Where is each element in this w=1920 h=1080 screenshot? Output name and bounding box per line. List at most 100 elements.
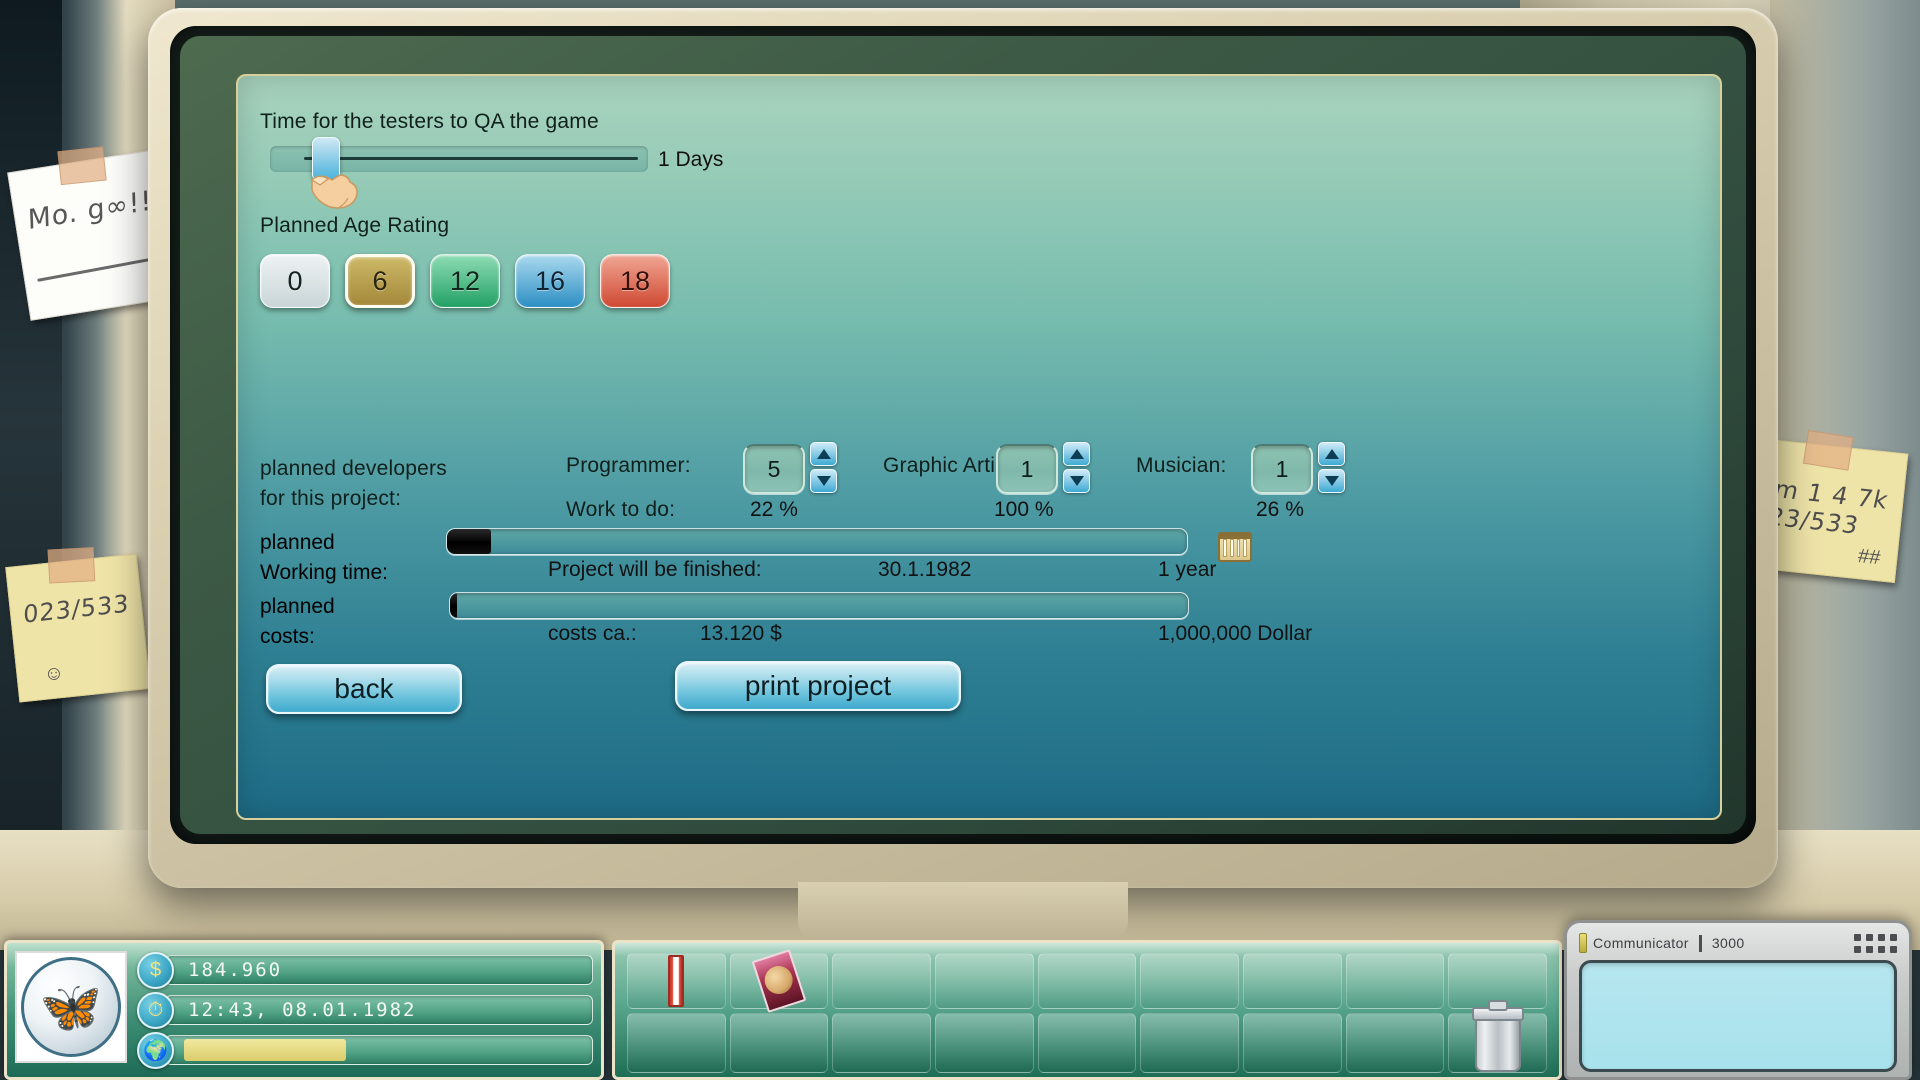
game-speed-bar[interactable] (165, 1035, 593, 1065)
graphic-artist-stepper[interactable] (1063, 442, 1090, 496)
musician-count-input[interactable]: 1 (1251, 444, 1313, 494)
role-label-programmer: Programmer: (566, 454, 691, 478)
note-text: 023/533 (9, 554, 139, 630)
age-rating-button-label: 0 (287, 266, 302, 297)
inventory-slot[interactable] (935, 1013, 1034, 1073)
qa-days-value: 1 Days (658, 148, 723, 172)
age-rating-button-label: 12 (450, 266, 480, 297)
project-finish-date: 30.1.1982 (878, 558, 971, 582)
musician-increment-button[interactable] (1318, 442, 1345, 466)
age-rating-title: Planned Age Rating (260, 214, 449, 238)
speed-row[interactable]: 🌍 (137, 1033, 593, 1067)
age-rating-button-0[interactable]: 0 (260, 254, 330, 308)
age-rating-button-row: 0 6 12 16 18 (260, 254, 670, 308)
age-rating-button-label: 18 (620, 266, 650, 297)
inventory-slot[interactable] (1038, 953, 1137, 1009)
programmer-decrement-button[interactable] (810, 469, 837, 493)
inventory-slot[interactable] (832, 1013, 931, 1073)
graphic-artist-count-input[interactable]: 1 (996, 444, 1058, 494)
inventory-slot[interactable] (935, 953, 1034, 1009)
costs-bar[interactable] (449, 592, 1189, 619)
costs-max: 1,000,000 Dollar (1158, 622, 1312, 646)
snail-icon: 🌍 (137, 1032, 174, 1069)
planned-working-time-label: plannedWorking time: (260, 528, 388, 588)
inventory-slot[interactable] (1140, 953, 1239, 1009)
graphic-artist-increment-button[interactable] (1063, 442, 1090, 466)
game-screen: Time for the testers to QA the game 1 Da… (236, 74, 1722, 820)
calendar-icon[interactable] (1218, 532, 1252, 562)
datetime-value: 12:43, 08.01.1982 (165, 995, 593, 1025)
age-rating-button-18[interactable]: 18 (600, 254, 670, 308)
project-finish-label: Project will be finished: (548, 558, 762, 582)
communicator-device[interactable]: Communicator 3000 (1564, 920, 1912, 1080)
note-underline (37, 256, 159, 282)
communicator-brand: Communicator (1593, 935, 1689, 951)
avatar[interactable]: 🦋 (15, 951, 127, 1063)
inventory-slot[interactable] (1346, 953, 1445, 1009)
money-row: $ 184.960 (137, 953, 593, 987)
smiley-icon: ☺ (43, 662, 66, 687)
divider (1699, 935, 1702, 952)
working-time-bar[interactable] (446, 528, 1188, 555)
role-label-musician: Musician: (1136, 454, 1227, 478)
inventory-grid (627, 953, 1547, 1067)
inventory-slot[interactable] (730, 1013, 829, 1073)
programmer-increment-button[interactable] (810, 442, 837, 466)
inventory-slot[interactable] (832, 953, 931, 1009)
age-rating-button-16[interactable]: 16 (515, 254, 585, 308)
age-rating-button-label: 16 (535, 266, 565, 297)
graphic-artist-decrement-button[interactable] (1063, 469, 1090, 493)
graphic-artist-work-pct: 100 % (994, 498, 1054, 522)
age-rating-button-6[interactable]: 6 (345, 254, 415, 308)
age-rating-button-12[interactable]: 12 (430, 254, 500, 308)
musician-stepper[interactable] (1318, 442, 1345, 496)
age-rating-button-label: 6 (372, 266, 387, 297)
inventory-slot[interactable] (627, 1013, 726, 1073)
inventory-slot[interactable] (1140, 1013, 1239, 1073)
money-value: 184.960 (165, 955, 593, 985)
communicator-header: Communicator 3000 (1579, 931, 1897, 955)
game-box-item[interactable] (752, 949, 807, 1013)
qa-time-slider[interactable] (270, 146, 648, 172)
programmer-count-input[interactable]: 5 (743, 444, 805, 494)
monitor-bezel: Time for the testers to QA the game 1 Da… (180, 36, 1746, 834)
datetime-row: ⏱ 12:43, 08.01.1982 (137, 993, 593, 1027)
inventory-slot[interactable] (1346, 1013, 1445, 1073)
sticky-note-left-bottom: 023/533 ☺ (5, 553, 150, 702)
back-button[interactable]: back (266, 664, 462, 714)
inventory-slot[interactable] (1243, 953, 1342, 1009)
planned-developers-label: planned developersfor this project: (260, 454, 447, 514)
butterfly-logo-icon: 🦋 (21, 957, 121, 1057)
trash-can-icon[interactable] (1475, 1014, 1521, 1072)
musician-work-pct: 26 % (1256, 498, 1304, 522)
costs-value: 13.120 $ (700, 622, 782, 646)
print-project-button[interactable]: print project (675, 661, 961, 711)
speaker-grille-icon (1854, 934, 1897, 953)
game-speed-fill (184, 1039, 346, 1061)
inventory-slot[interactable] (1243, 1013, 1342, 1073)
slider-handle[interactable] (312, 137, 340, 181)
qa-time-title: Time for the testers to QA the game (260, 110, 599, 134)
planned-costs-label: plannedcosts: (260, 592, 335, 652)
status-rows: $ 184.960 ⏱ 12:43, 08.01.1982 🌍 (137, 951, 593, 1069)
crt-monitor: Time for the testers to QA the game 1 Da… (148, 8, 1778, 888)
clock-icon: ⏱ (137, 992, 174, 1029)
inventory-slot[interactable] (730, 953, 829, 1009)
inventory-panel (612, 940, 1562, 1080)
programmer-stepper[interactable] (810, 442, 837, 496)
red-binder-item[interactable] (668, 955, 684, 1007)
dollar-icon: $ (137, 952, 174, 989)
communicator-screen[interactable] (1579, 960, 1897, 1072)
costs-ca-label: costs ca.: (548, 622, 637, 646)
monitor-inner-frame: Time for the testers to QA the game 1 Da… (170, 26, 1756, 844)
costs-fill (450, 593, 457, 618)
work-to-do-label: Work to do: (566, 498, 675, 522)
inventory-slot[interactable] (1038, 1013, 1137, 1073)
monitor-stand (798, 882, 1128, 940)
inventory-slot[interactable] (627, 953, 726, 1009)
inventory-slot[interactable] (1448, 1013, 1547, 1073)
led-indicator-icon (1579, 933, 1587, 953)
programmer-work-pct: 22 % (750, 498, 798, 522)
musician-decrement-button[interactable] (1318, 469, 1345, 493)
working-time-fill (447, 529, 491, 554)
